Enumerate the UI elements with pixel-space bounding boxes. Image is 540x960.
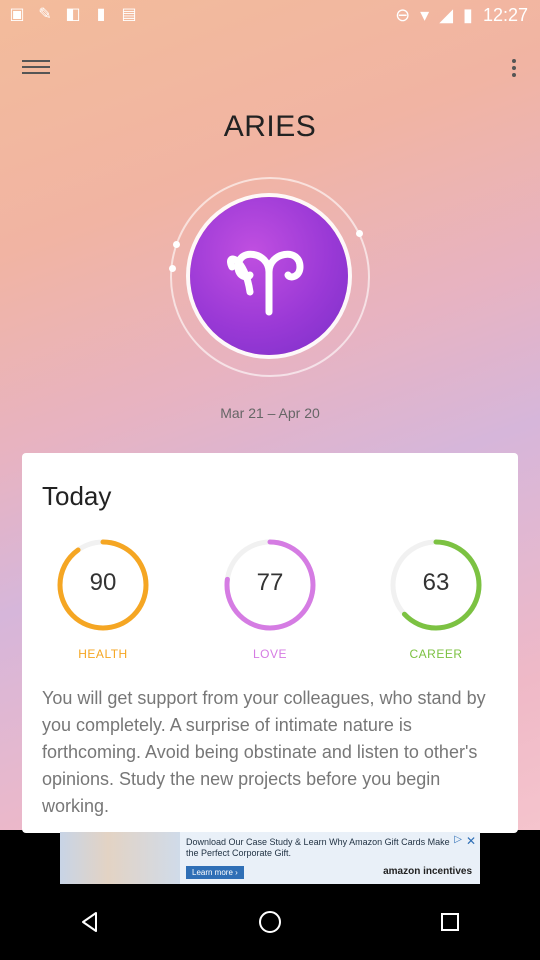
- date-range: Mar 21 – Apr 20: [220, 405, 320, 421]
- career-value: 63: [422, 569, 450, 596]
- orbit-dot: [356, 230, 363, 237]
- ad-brand: amazon incentives: [383, 866, 472, 877]
- signal-icon: ◢: [439, 5, 454, 25]
- system-nav-bar: [0, 884, 540, 960]
- android-notification-icon: ▤: [121, 6, 137, 23]
- image-notification-icon: ▣: [9, 6, 25, 23]
- system-status: ⊖ ▾ ◢ ▮ 12:27: [395, 5, 528, 26]
- ad-image: [60, 832, 180, 884]
- bag-notification-icon: ◧: [65, 6, 81, 23]
- battery-icon: ▮: [463, 5, 473, 25]
- notification-icons: ▣ ✎ ◧ ▮ ▤: [8, 6, 138, 24]
- back-button[interactable]: [75, 907, 105, 937]
- recents-icon: [441, 913, 459, 931]
- dnd-icon: ⊖: [395, 5, 411, 25]
- ad-banner[interactable]: Download Our Case Study & Learn Why Amaz…: [60, 832, 480, 884]
- metric-career: 63 CAREER: [371, 537, 501, 661]
- zodiac-emblem: [169, 177, 370, 377]
- health-label: HEALTH: [78, 647, 128, 661]
- ad-choices-icon[interactable]: ▷: [454, 834, 462, 845]
- more-vert-icon[interactable]: [510, 56, 518, 80]
- back-icon: [82, 912, 97, 932]
- ad-close-icon[interactable]: ✕: [466, 834, 476, 848]
- recents-button[interactable]: [435, 907, 465, 937]
- orbit-dot: [173, 241, 180, 248]
- status-bar: ▣ ✎ ◧ ▮ ▤ ⊖ ▾ ◢ ▮ 12:27: [0, 0, 540, 32]
- ad-learn-more-button[interactable]: Learn more ›: [186, 866, 244, 879]
- menu-icon[interactable]: [22, 56, 50, 80]
- orbit-dot: [169, 265, 176, 272]
- love-label: LOVE: [252, 647, 287, 661]
- wrench-notification-icon: ✎: [38, 6, 52, 23]
- ad-headline: Download Our Case Study & Learn Why Amaz…: [186, 837, 450, 858]
- lock-notification-icon: ▮: [96, 6, 106, 23]
- home-button[interactable]: [255, 907, 285, 937]
- card-title: Today: [42, 481, 112, 511]
- today-card: Today 90 HEALTH 77 LOVE 63 CAREER You wi…: [22, 453, 518, 833]
- career-label: CAREER: [409, 647, 463, 661]
- wifi-icon: ▾: [420, 5, 430, 25]
- metric-love: 77 LOVE: [205, 537, 335, 661]
- home-icon: [259, 911, 281, 933]
- love-value: 77: [256, 569, 284, 596]
- horoscope-text: You will get support from your colleague…: [42, 688, 486, 816]
- aries-symbol-icon: [190, 197, 348, 355]
- health-value: 90: [89, 569, 117, 596]
- status-time: 12:27: [482, 5, 528, 25]
- metric-health: 90 HEALTH: [38, 537, 168, 661]
- sign-title: ARIES: [223, 110, 317, 143]
